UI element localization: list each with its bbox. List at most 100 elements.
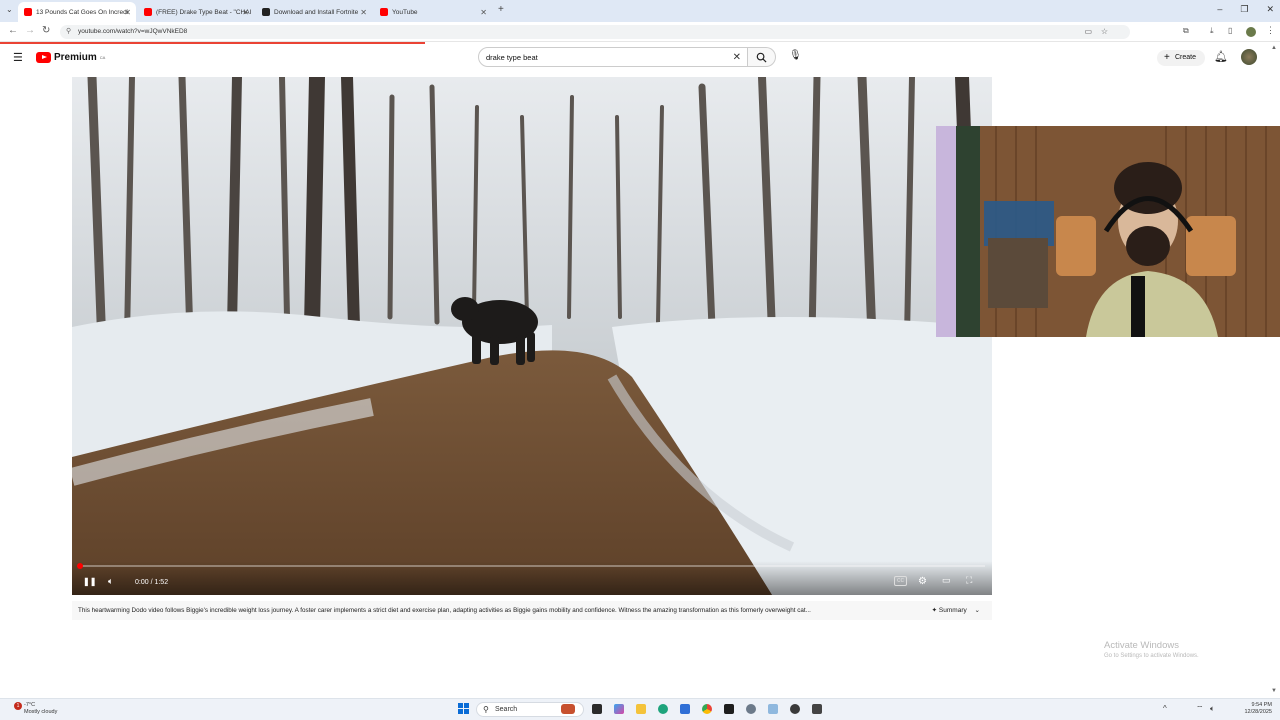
settings-icon[interactable] [746, 704, 756, 714]
url-field[interactable]: ⚲ youtube.com/watch?v=wJQwVNkED8 ▭ ☆ [60, 25, 1130, 39]
sparkle-icon: ✦ [931, 607, 938, 614]
browser-tab-strip: ⌄ 13 Pounds Cat Goes On Incredi ✕ (FREE)… [0, 0, 1280, 22]
weather-condition: Mostly cloudy [24, 709, 58, 715]
scroll-up-arrow-icon[interactable]: ▲ [1271, 45, 1277, 51]
windows-start-icon[interactable] [458, 703, 469, 714]
address-bar-row: ← → ↻ ⚲ youtube.com/watch?v=wJQwVNkED8 ▭… [0, 22, 1280, 42]
weather-widget[interactable]: 1 -7°C Mostly cloudy [10, 702, 57, 716]
close-window-icon[interactable]: ✕ [1266, 4, 1274, 15]
task-view-icon[interactable] [592, 704, 602, 714]
volume-tray-icon[interactable]: 🔈︎ [1210, 704, 1215, 714]
tab-title: (FREE) Drake Type Beat - "CHAI [156, 8, 252, 16]
tab-title: 13 Pounds Cat Goes On Incredi [36, 8, 129, 16]
tab-youtube[interactable]: YouTube ✕ [374, 2, 492, 22]
watermark-subtitle: Go to Settings to activate Windows. [1104, 653, 1199, 659]
back-icon[interactable]: ← [8, 25, 18, 36]
copilot-icon[interactable] [614, 704, 624, 714]
youtube-logo-icon [36, 52, 51, 63]
webcam-overlay [936, 126, 1280, 337]
site-info-icon[interactable]: ⚲ [66, 25, 71, 39]
seek-handle[interactable] [77, 563, 83, 569]
chrome-icon[interactable] [702, 704, 712, 714]
volume-icon[interactable]: 🔈︎ [108, 576, 113, 587]
video-description[interactable]: This heartwarming Dodo video follows Big… [72, 601, 992, 620]
network-icon[interactable]: ⌔ [1196, 704, 1204, 714]
youtube-header: ☰ Premium CA drake type beat ✕ 🎙︎ + Crea… [0, 44, 1280, 72]
file-explorer-icon[interactable] [636, 704, 646, 714]
summary-button[interactable]: ✦ Summary ⌄ [927, 601, 980, 620]
tab-fortnite[interactable]: Download and Install Fortnite ✕ [256, 2, 372, 22]
weather-temp: -7°C [24, 702, 36, 708]
tab-menu-icon[interactable]: ⌄ [6, 5, 13, 14]
captions-icon[interactable]: cc [894, 576, 907, 586]
epic-favicon-icon [262, 8, 270, 16]
close-tab-icon[interactable]: ✕ [480, 8, 487, 17]
search-icon [756, 52, 767, 63]
theater-mode-icon[interactable]: ▭ [942, 575, 951, 586]
app-icon[interactable] [812, 704, 822, 714]
country-code: CA [99, 55, 106, 60]
close-tab-icon[interactable]: ✕ [242, 8, 249, 17]
search-highlight-icon [561, 704, 575, 714]
video-frame-bear-in-snowy-forest [72, 77, 992, 595]
create-label: Create [1175, 54, 1197, 61]
download-icon[interactable]: ⤓ [1210, 26, 1214, 36]
tab-cat-video[interactable]: 13 Pounds Cat Goes On Incredi ✕ [18, 2, 136, 22]
restore-icon[interactable]: ❐ [1240, 4, 1248, 15]
terminal-icon[interactable] [724, 704, 734, 714]
voice-search-icon[interactable]: 🎙︎ [789, 50, 802, 64]
new-tab-icon[interactable]: + [498, 4, 504, 15]
account-avatar[interactable] [1241, 49, 1257, 65]
settings-gear-icon[interactable]: ⚙ [918, 576, 927, 587]
hamburger-menu-icon[interactable]: ☰ [13, 51, 23, 64]
taskbar-search-label: Search [495, 706, 518, 713]
system-clock[interactable]: 9:54 PM 12/28/2025 [1244, 702, 1272, 716]
close-tab-icon[interactable]: ✕ [124, 8, 131, 17]
url-text: youtube.com/watch?v=wJQwVNkED8 [78, 28, 188, 35]
youtube-premium-logo[interactable]: Premium CA [36, 52, 105, 63]
browser-menu-icon[interactable]: ⋮ [1266, 25, 1275, 36]
store-icon[interactable] [680, 704, 690, 714]
edge-icon[interactable] [658, 704, 668, 714]
search-input[interactable]: drake type beat ✕ [478, 47, 748, 67]
video-player[interactable]: ❚❚ 🔈︎ 0:00 / 1:52 cc ⚙ ▭ ⛶ [72, 77, 992, 595]
obs-icon[interactable] [790, 704, 800, 714]
notifications-bell-icon[interactable]: 🔔︎ [1214, 50, 1228, 63]
scroll-down-arrow-icon[interactable]: ▼ [1271, 688, 1277, 694]
search-icon: ⚲ [483, 705, 489, 714]
forward-icon[interactable]: → [25, 25, 35, 36]
youtube-favicon-icon [380, 8, 388, 16]
reload-icon[interactable]: ↻ [42, 25, 50, 36]
notification-badge: 1 [14, 702, 22, 710]
clock-date: 12/28/2025 [1244, 709, 1272, 715]
pause-icon[interactable]: ❚❚ [83, 577, 96, 586]
clock-time: 9:54 PM [1251, 702, 1272, 708]
extensions-icon[interactable]: ⧉ [1183, 26, 1189, 36]
profile-avatar[interactable] [1246, 27, 1256, 37]
bookmark-star-icon[interactable]: ☆ [1101, 25, 1108, 39]
photos-icon[interactable] [768, 704, 778, 714]
taskbar-search[interactable]: ⚲ Search [476, 702, 584, 717]
fullscreen-icon[interactable]: ⛶ [966, 575, 972, 586]
clear-search-icon[interactable]: ✕ [733, 48, 741, 67]
search-query-text: drake type beat [486, 53, 538, 62]
tab-drake-beat[interactable]: (FREE) Drake Type Beat - "CHAI ✕ [138, 2, 254, 22]
plus-icon: + [1164, 52, 1170, 63]
create-button[interactable]: + Create [1157, 50, 1205, 66]
sidepanel-icon[interactable]: ▯ [1228, 26, 1232, 35]
player-controls: ❚❚ 🔈︎ 0:00 / 1:52 cc ⚙ ▭ ⛶ [72, 561, 992, 595]
summary-label: Summary [938, 607, 967, 614]
seek-bar[interactable] [77, 563, 985, 569]
time-display: 0:00 / 1:52 [135, 579, 169, 586]
close-tab-icon[interactable]: ✕ [360, 8, 367, 17]
description-text: This heartwarming Dodo video follows Big… [78, 607, 811, 614]
watermark-title: Activate Windows [1104, 640, 1179, 651]
search-button[interactable] [748, 47, 776, 67]
activate-windows-watermark: Activate Windows Go to Settings to activ… [1104, 640, 1199, 659]
webcam-feed-streamer [936, 126, 1280, 337]
tray-chevron-icon[interactable]: ^ [1163, 704, 1167, 713]
windows-taskbar: 1 -7°C Mostly cloudy ⚲ Search ^ ⌔ 🔈︎ 9:5… [0, 698, 1280, 720]
youtube-favicon-icon [24, 8, 32, 16]
minimize-icon[interactable]: – [1217, 4, 1222, 15]
install-icon[interactable]: ▭ [1084, 25, 1092, 39]
